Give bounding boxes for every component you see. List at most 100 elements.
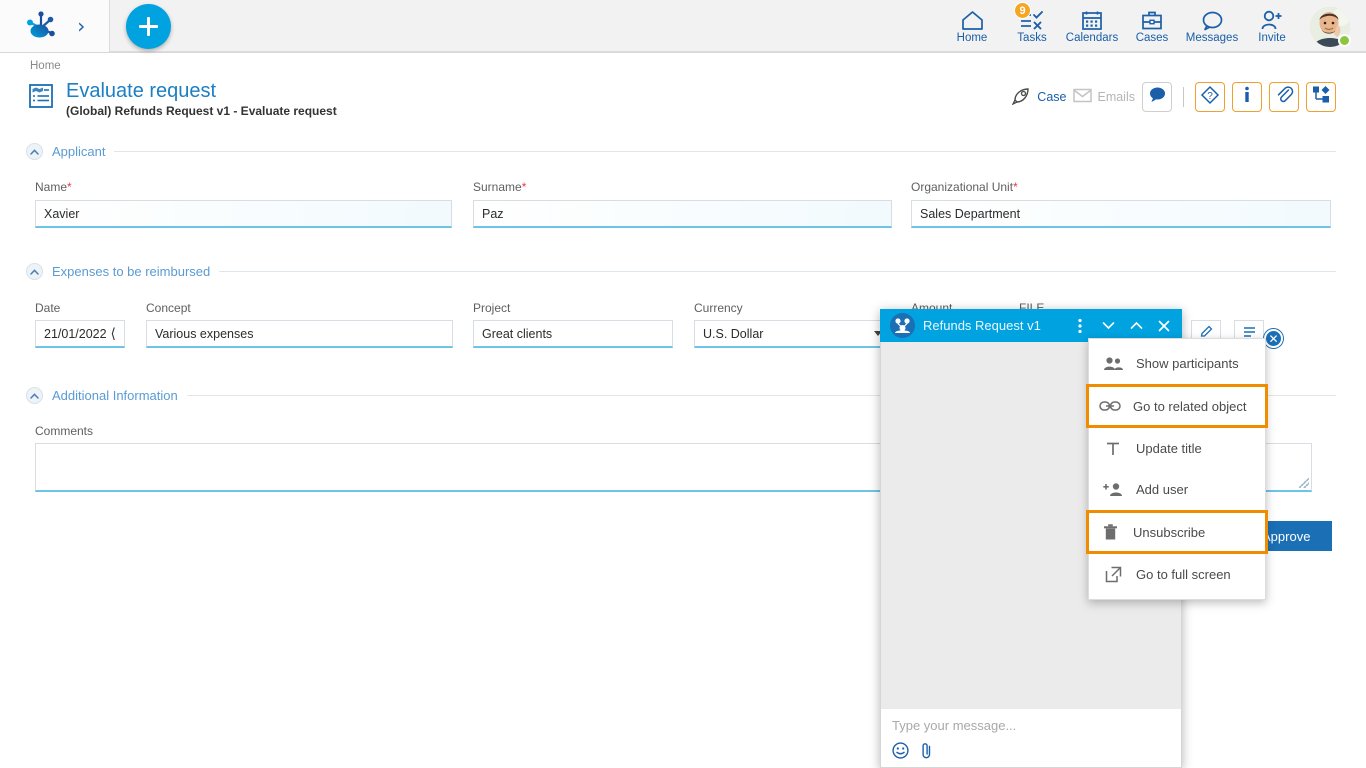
menu-item-label: Add user [1136, 482, 1188, 497]
nav-label: Invite [1258, 32, 1286, 45]
attachments-button[interactable] [1269, 82, 1299, 112]
envelope-icon [1073, 88, 1092, 106]
chat-maximize-button[interactable] [1126, 313, 1146, 339]
chevron-up-icon[interactable] [26, 263, 43, 280]
group-users-icon [890, 313, 915, 338]
paperclip-icon[interactable] [919, 742, 934, 759]
column-project: Project [473, 301, 510, 315]
briefcase-icon [1141, 8, 1163, 31]
section-rule [219, 271, 1336, 272]
nav-item-home[interactable]: Home [942, 0, 1002, 53]
column-currency: Currency [694, 301, 743, 315]
status-dot-online [1338, 34, 1351, 47]
menu-item-update-title[interactable]: Update title [1089, 428, 1265, 469]
label-comments: Comments [35, 424, 93, 438]
user-add-icon [1102, 482, 1124, 498]
emails-label: Emails [1097, 90, 1135, 104]
chat-toggle-button[interactable] [1142, 82, 1172, 112]
user-add-icon [1260, 8, 1284, 31]
top-bar: › Home 9 [0, 0, 1366, 53]
deyel-logo-icon[interactable] [24, 11, 58, 41]
chevron-up-icon[interactable] [26, 143, 43, 160]
nav-label: Home [957, 32, 988, 45]
chat-minimize-button[interactable] [1098, 313, 1118, 339]
nav-label: Tasks [1017, 32, 1046, 45]
page-subtitle: (Global) Refunds Request v1 - Evaluate r… [66, 103, 337, 119]
top-navigation: Home 9 Tasks [942, 0, 1358, 53]
chevron-right-icon[interactable]: › [77, 16, 85, 36]
remove-row-button[interactable]: ✕ [1264, 329, 1283, 348]
label-org-unit: Organizational Unit* [911, 180, 1018, 194]
breadcrumb[interactable]: Home [30, 60, 61, 72]
menu-item-label: Go to full screen [1136, 567, 1231, 582]
info-button[interactable] [1232, 82, 1262, 112]
help-button[interactable]: ? [1195, 82, 1225, 112]
nav-item-calendars[interactable]: Calendars [1062, 0, 1122, 53]
nav-item-cases[interactable]: Cases [1122, 0, 1182, 53]
project-input[interactable]: Great clients [473, 320, 673, 348]
resize-grip[interactable] [1299, 478, 1309, 488]
emoji-smiley-icon[interactable] [892, 742, 909, 759]
form-document-icon [28, 83, 54, 114]
chat-bubble-filled-icon [1148, 86, 1167, 108]
nav-label: Messages [1186, 32, 1238, 45]
menu-item-show-participants[interactable]: Show participants [1089, 343, 1265, 384]
org-unit-input[interactable]: Sales Department [911, 200, 1331, 228]
date-input[interactable]: 21/01/2022 ⟨ [35, 320, 125, 348]
process-diagram-button[interactable] [1306, 82, 1336, 112]
section-title: Applicant [52, 144, 105, 159]
header-actions: Case Emails ? [1012, 82, 1336, 112]
concept-input[interactable]: Various expenses [146, 320, 453, 348]
participants-icon [1102, 356, 1124, 372]
nav-item-messages[interactable]: Messages [1182, 0, 1242, 53]
label-name: Name* [35, 180, 72, 194]
chevron-up-icon[interactable] [26, 387, 43, 404]
menu-item-go-to-related-object[interactable]: Go to related object [1086, 384, 1268, 428]
nav-label: Cases [1136, 32, 1169, 45]
menu-item-go-to-full-screen[interactable]: Go to full screen [1089, 554, 1265, 595]
chat-title: Refunds Request v1 [923, 318, 1062, 333]
divider [1183, 87, 1184, 107]
rocket-icon [1012, 87, 1032, 108]
external-link-icon [1102, 566, 1124, 583]
nav-item-tasks[interactable]: 9 Tasks [1002, 0, 1062, 53]
surname-input[interactable]: Paz [473, 200, 892, 228]
page-header: Evaluate request (Global) Refunds Reques… [28, 80, 337, 119]
nav-item-invite[interactable]: Invite [1242, 0, 1302, 53]
home-icon [961, 8, 984, 31]
section-title: Additional Information [52, 388, 178, 403]
currency-value: U.S. Dollar [703, 327, 763, 341]
avatar[interactable] [1302, 0, 1358, 53]
calendar-icon [1081, 8, 1103, 31]
trash-icon [1099, 524, 1121, 541]
top-bar-main: Home 9 Tasks [110, 0, 1366, 52]
paperclip-icon [1275, 85, 1294, 109]
label-surname: Surname* [473, 180, 526, 194]
menu-item-label: Unsubscribe [1133, 525, 1205, 540]
column-date: Date [35, 301, 60, 315]
chat-close-button[interactable] [1154, 313, 1174, 339]
case-link[interactable]: Case [1012, 87, 1066, 108]
page-title: Evaluate request [66, 80, 337, 102]
kebab-menu-icon[interactable] [1070, 313, 1090, 339]
tasks-badge: 9 [1014, 2, 1031, 19]
name-input[interactable]: Xavier [35, 200, 452, 228]
calendar-picker-icon[interactable]: ⟨ [111, 326, 116, 342]
add-new-button[interactable] [126, 4, 171, 49]
column-concept: Concept [146, 301, 191, 315]
process-diagram-icon [1312, 85, 1331, 109]
emails-link[interactable]: Emails [1073, 88, 1135, 106]
section-rule [114, 151, 1336, 152]
chat-bubble-icon [1201, 8, 1224, 31]
info-icon [1239, 85, 1255, 109]
svg-text:?: ? [1207, 91, 1213, 102]
chat-message-input[interactable]: Type your message... [892, 718, 1170, 733]
chat-tools [892, 742, 1170, 759]
menu-item-add-user[interactable]: Add user [1089, 469, 1265, 510]
link-chain-icon [1099, 399, 1121, 413]
text-t-icon [1102, 441, 1124, 457]
menu-item-unsubscribe[interactable]: Unsubscribe [1086, 510, 1268, 554]
currency-select[interactable]: U.S. Dollar [694, 320, 891, 348]
section-expenses-header: Expenses to be reimbursed [26, 263, 1336, 280]
menu-item-label: Show participants [1136, 356, 1239, 371]
